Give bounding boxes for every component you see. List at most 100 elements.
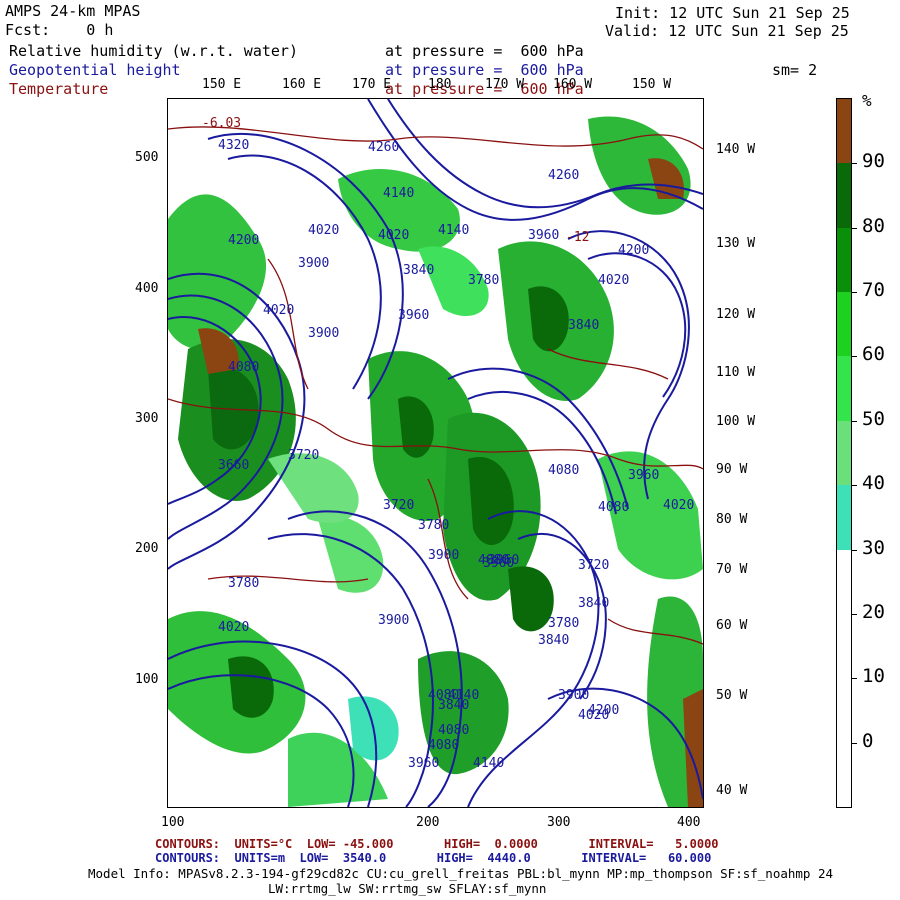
colorbar-tick: [851, 678, 857, 680]
field-temp-name: Temperature: [9, 80, 109, 98]
colorbar-label: 70: [862, 279, 885, 302]
x-tick: 300: [547, 815, 571, 830]
height-contour-label: 3960: [398, 308, 429, 323]
valid-time: Valid: 12 UTC Sun 21 Sep 25: [605, 22, 849, 40]
lon-label-right: 90 W: [716, 462, 748, 477]
colorbar-tick: [851, 613, 857, 615]
lon-label-top: 170 E: [352, 77, 392, 92]
y-tick: 100: [135, 672, 159, 687]
height-contour-label: 4020: [598, 273, 629, 288]
y-tick: 500: [135, 150, 159, 165]
height-contour-label: 3660: [218, 458, 249, 473]
x-tick: 100: [161, 815, 185, 830]
colorbar-label: 20: [862, 600, 885, 623]
x-tick: 200: [416, 815, 440, 830]
colorbar-label: 90: [862, 150, 885, 173]
height-contour-label: 4140: [383, 186, 414, 201]
height-contour-label: 4200: [618, 243, 649, 258]
lon-label-right: 80 W: [716, 512, 748, 527]
model-title: AMPS 24-km MPAS: [5, 2, 141, 20]
smoothing-label: sm= 2: [772, 61, 818, 79]
colorbar-label: 30: [862, 536, 885, 559]
lon-label-top: 150 W: [632, 77, 672, 92]
colorbar-segment: [837, 292, 851, 357]
lon-label-top: 160 W: [553, 77, 593, 92]
height-contour-label: 4200: [228, 233, 259, 248]
y-tick: 300: [135, 411, 159, 426]
lon-label-right: 40 W: [716, 783, 748, 798]
lon-label-right: 110 W: [716, 365, 756, 380]
colorbar-label: 40: [862, 472, 885, 495]
x-tick: 400: [677, 815, 701, 830]
height-contour-label: 3780: [228, 576, 259, 591]
colorbar-segment: [837, 420, 851, 486]
colorbar-segment: [837, 742, 851, 807]
colorbar-segment: [837, 613, 851, 679]
height-contour-label: 4080: [428, 738, 459, 753]
colorbar-unit: %: [862, 91, 872, 110]
colorbar-label: 0: [862, 729, 874, 752]
height-contour-label: 4020: [218, 620, 249, 635]
field-rh-name: Relative humidity (w.r.t. water): [9, 42, 298, 60]
colorbar-segment: [837, 163, 851, 228]
height-contour-label: 3840: [578, 596, 609, 611]
lon-label-right: 140 W: [716, 142, 756, 157]
lon-label-right: 100 W: [716, 414, 756, 429]
height-contour-label: 4140: [448, 688, 479, 703]
colorbar-tick: [851, 420, 857, 422]
height-contour-label: 3720: [288, 448, 319, 463]
colorbar-label: 60: [862, 343, 885, 366]
height-contour-label: 3780: [418, 518, 449, 533]
weather-map: 4320 4260 4140 4200 4020 4140 4260 4200 3900 4020…: [167, 98, 704, 808]
temp-contour-info: CONTOURS: UNITS=°C LOW= -45.000 HIGH= 0.…: [155, 837, 719, 851]
height-contour-label: 4020: [378, 228, 409, 243]
amps-forecast-chart: AMPS 24-km MPAS Fcst: 0 h Init: 12 UTC S…: [0, 0, 900, 900]
colorbar-label: 80: [862, 214, 885, 237]
height-contour-label: 3900: [308, 326, 339, 341]
height-contour-label: 4260: [548, 168, 579, 183]
height-contour-label: 3720: [383, 498, 414, 513]
map-plot: 4320 4260414042004020 41404260420039004020…: [167, 98, 704, 808]
lon-label-top: 160 E: [282, 77, 322, 92]
height-contour-label: 3900: [298, 256, 329, 271]
height-contour-label: 4080: [438, 723, 469, 738]
height-contour-label: 3960: [528, 228, 559, 243]
lon-label-top: 170 W: [485, 77, 525, 92]
height-contour-label: 3840: [538, 633, 569, 648]
colorbar-tick: [851, 485, 857, 487]
height-contour-label: 3840: [568, 318, 599, 333]
temp-contour-label: -12: [566, 230, 589, 245]
model-info-2: LW:rrtmg_lw SW:rrtmg_sw SFLAY:sf_mynn: [268, 881, 547, 896]
y-tick: 400: [135, 281, 159, 296]
height-contour-label: 4140: [473, 756, 504, 771]
height-contour-label: 3780: [548, 616, 579, 631]
y-tick: 200: [135, 541, 159, 556]
height-contour-label: 3960: [408, 756, 439, 771]
height-contour-label: 4020: [308, 223, 339, 238]
height-contour-label: 4140: [438, 223, 469, 238]
lon-label-right: 120 W: [716, 307, 756, 322]
height-contour-label: 3840: [403, 263, 434, 278]
height-contour-label: 4260: [368, 140, 399, 155]
height-contour-label: 4080: [548, 463, 579, 478]
height-contour-label: 4080: [228, 360, 259, 375]
lon-label-top: 180: [428, 77, 452, 92]
init-time: Init: 12 UTC Sun 21 Sep 25: [615, 4, 850, 22]
colorbar-segment: [837, 99, 851, 164]
forecast-hour: Fcst: 0 h: [5, 21, 114, 39]
height-contour-label: 3900: [428, 548, 459, 563]
colorbar-tick: [851, 742, 857, 744]
colorbar-segment: [837, 356, 851, 421]
colorbar-tick: [851, 356, 857, 358]
lon-label-right: 130 W: [716, 236, 756, 251]
colorbar-segment: [837, 227, 851, 293]
field-height-name: Geopotential height: [9, 61, 181, 79]
temp-contour-label: -6.03: [202, 116, 241, 131]
height-contour-info: CONTOURS: UNITS=m LOW= 3540.0 HIGH= 4440…: [155, 851, 712, 865]
height-contour-label: 3960: [483, 556, 514, 571]
height-contour-label: 3960: [628, 468, 659, 483]
colorbar-tick: [851, 549, 857, 551]
height-contour-label: 3900: [378, 613, 409, 628]
height-contour-label: 3900: [558, 688, 589, 703]
lon-label-top: 150 E: [202, 77, 242, 92]
